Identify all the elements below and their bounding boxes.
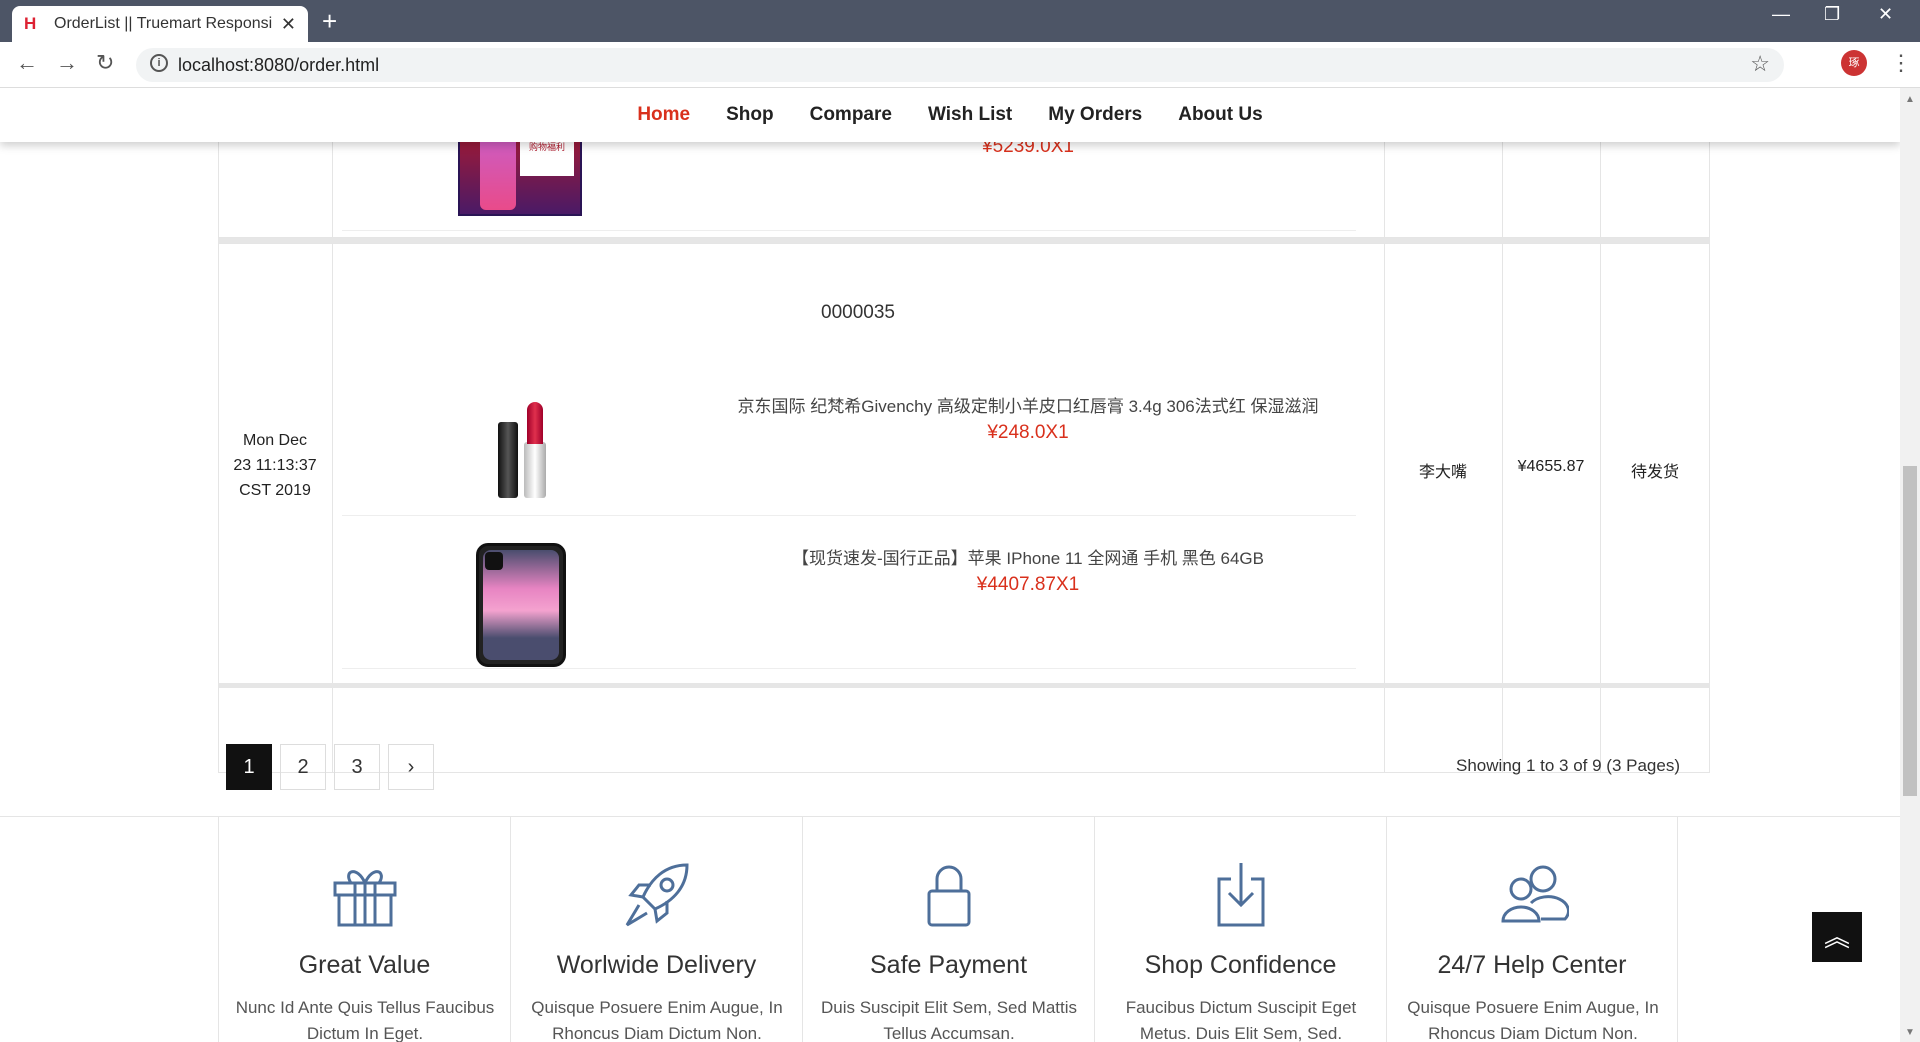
- feature-text: Duis Suscipit Elit Sem, Sed Mattis Tellu…: [820, 998, 1078, 1042]
- feature-text: Quisque Posuere Enim Augue, In Rhoncus D…: [1407, 998, 1659, 1042]
- pagination: 1 2 3 ›: [226, 744, 442, 790]
- item-name[interactable]: 京东国际 纪梵希Givenchy 高级定制小羊皮口红唇膏 3.4g 306法式红…: [700, 392, 1356, 417]
- nav-about-us[interactable]: About Us: [1178, 104, 1262, 126]
- order-status: 待发货: [1630, 464, 1679, 481]
- feature-safe-payment: Safe Payment Duis Suscipit Elit Sem, Sed…: [802, 817, 1094, 1042]
- back-to-top-button[interactable]: ︽: [1812, 912, 1862, 962]
- page-2-button[interactable]: 2: [280, 744, 326, 790]
- feature-text: Faucibus Dictum Suscipit Eget Metus. Dui…: [1125, 998, 1357, 1042]
- url-field[interactable]: i localhost:8080/order.html ☆: [136, 48, 1784, 82]
- address-bar: ← → ↻ i localhost:8080/order.html ☆ 琢 ⋮: [0, 42, 1920, 88]
- product-image[interactable]: [494, 402, 550, 500]
- bookmark-star-icon[interactable]: ☆: [1750, 51, 1770, 77]
- page-3-button[interactable]: 3: [334, 744, 380, 790]
- back-icon[interactable]: ←: [16, 50, 38, 76]
- restore-icon[interactable]: ❐: [1824, 4, 1840, 25]
- feature-worldwide-delivery: Worlwide Delivery Quisque Posuere Enim A…: [510, 817, 802, 1042]
- lipstick-base: [524, 442, 546, 498]
- nav-shop[interactable]: Shop: [726, 104, 774, 126]
- feature-title: Shop Confidence: [1144, 951, 1337, 979]
- browser-tab-bar: H OrderList || Truemart Responsi ✕ + — ❐…: [0, 0, 1920, 42]
- nav-home[interactable]: Home: [637, 104, 690, 126]
- column-divider: [1384, 243, 1385, 773]
- features-strip: Great Value Nunc Id Ante Quis Tellus Fau…: [218, 817, 1680, 1042]
- close-tab-icon[interactable]: ✕: [281, 14, 296, 35]
- page-viewport: Home Shop Compare Wish List My Orders Ab…: [0, 88, 1900, 1042]
- reload-icon[interactable]: ↻: [96, 50, 114, 76]
- feature-shop-confidence: Shop Confidence Faucibus Dictum Suscipit…: [1094, 817, 1386, 1042]
- product-image[interactable]: [476, 543, 566, 667]
- date-line: 23 11:13:37: [233, 457, 317, 474]
- scroll-up-icon[interactable]: ▲: [1905, 94, 1915, 105]
- nav-wish-list[interactable]: Wish List: [928, 104, 1012, 126]
- phone-screen: [480, 130, 516, 210]
- feature-text: Nunc Id Ante Quis Tellus Faucibus Dictum…: [235, 998, 495, 1042]
- feature-title: 24/7 Help Center: [1437, 951, 1627, 979]
- order-separator: [218, 683, 1710, 688]
- date-line: CST 2019: [239, 482, 311, 499]
- lipstick-bullet: [527, 402, 543, 444]
- feature-text: Quisque Posuere Enim Augue, In Rhoncus D…: [531, 998, 783, 1042]
- rocket-icon: [625, 863, 689, 927]
- gift-icon: [333, 870, 397, 927]
- next-page-button[interactable]: ›: [388, 744, 434, 790]
- scroll-down-icon[interactable]: ▼: [1905, 1027, 1915, 1038]
- new-tab-icon[interactable]: +: [322, 6, 337, 36]
- column-divider: [1502, 243, 1503, 773]
- order-number: 0000035: [821, 302, 895, 323]
- page-1-button[interactable]: 1: [226, 744, 272, 790]
- item-divider: [342, 230, 1356, 231]
- item-divider: [342, 515, 1356, 516]
- item-price: ¥248.0X1: [987, 422, 1069, 443]
- feature-title: Great Value: [298, 951, 431, 979]
- item-divider: [342, 668, 1356, 669]
- page-scrollbar[interactable]: ▲ ▼: [1900, 88, 1920, 1042]
- close-window-icon[interactable]: ✕: [1878, 4, 1893, 25]
- download-icon: [1217, 863, 1265, 927]
- minimize-icon[interactable]: —: [1772, 4, 1790, 25]
- url-text: localhost:8080/order.html: [178, 55, 380, 75]
- nav-my-orders[interactable]: My Orders: [1048, 104, 1142, 126]
- profile-avatar[interactable]: 琢: [1841, 50, 1867, 76]
- browser-menu-icon[interactable]: ⋮: [1890, 50, 1912, 76]
- customer-name: 李大嘴: [1418, 464, 1467, 481]
- date-line: Mon Dec: [242, 432, 308, 449]
- feature-great-value: Great Value Nunc Id Ante Quis Tellus Fau…: [218, 817, 510, 1042]
- order-total: ¥4655.87: [1517, 458, 1585, 475]
- site-navbar: Home Shop Compare Wish List My Orders Ab…: [0, 88, 1900, 142]
- site-favicon-icon: H: [24, 14, 37, 33]
- feature-help-center: 24/7 Help Center Quisque Posuere Enim Au…: [1386, 817, 1678, 1042]
- scroll-thumb[interactable]: [1903, 466, 1917, 796]
- phone-camera: [485, 552, 503, 570]
- users-icon: [1501, 865, 1569, 923]
- nav-compare[interactable]: Compare: [810, 104, 892, 126]
- feature-title: Safe Payment: [869, 951, 1028, 979]
- browser-tab[interactable]: H OrderList || Truemart Responsi ✕: [12, 6, 308, 42]
- site-info-icon[interactable]: i: [150, 54, 168, 72]
- feature-title: Worlwide Delivery: [556, 951, 757, 979]
- item-name[interactable]: 【现货速发-国行正品】苹果 IPhone 11 全网通 手机 黑色 64GB: [700, 544, 1356, 569]
- forward-icon[interactable]: →: [56, 50, 78, 76]
- column-divider: [1600, 243, 1601, 773]
- order-date: Mon Dec 23 11:13:37 CST 2019: [218, 428, 332, 503]
- item-price: ¥4407.87X1: [976, 574, 1080, 595]
- lock-icon: [927, 865, 971, 927]
- tab-title: OrderList || Truemart Responsi: [54, 15, 273, 32]
- pagination-summary: Showing 1 to 3 of 9 (3 Pages): [1456, 756, 1680, 775]
- lipstick-cap: [498, 422, 518, 498]
